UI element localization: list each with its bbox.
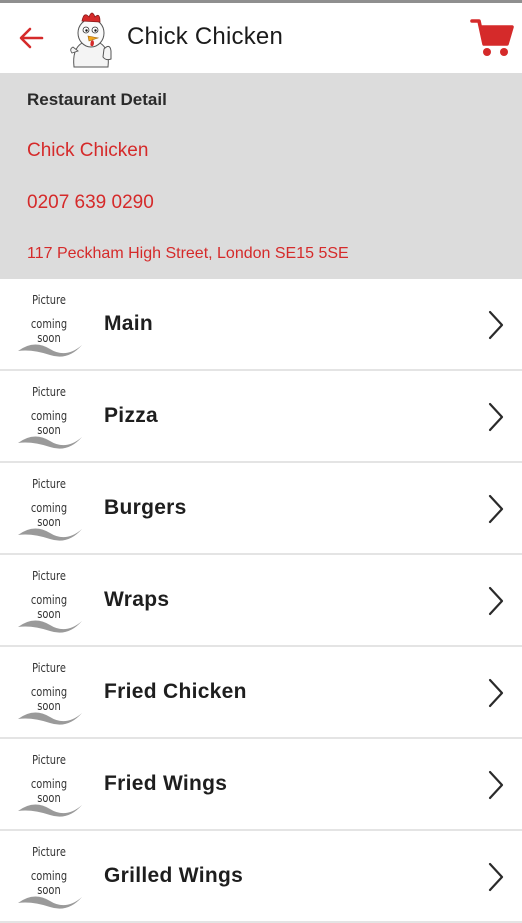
swoosh-icon	[18, 620, 82, 633]
restaurant-name: Chick Chicken	[27, 140, 149, 161]
restaurant-detail-panel: Restaurant Detail Chick Chicken 0207 639…	[0, 73, 522, 279]
placeholder-line1: Picture	[32, 753, 66, 767]
menu-category-item-burgers[interactable]: Picture coming soon Burgers	[0, 463, 522, 555]
picture-placeholder-image: Picture coming soon	[12, 747, 88, 823]
restaurant-phone[interactable]: 0207 639 0290	[27, 192, 154, 214]
menu-category-label: Main	[104, 312, 154, 335]
chevron-right-icon	[488, 310, 504, 340]
picture-placeholder-image: Picture coming soon	[12, 655, 88, 731]
picture-placeholder-image: Picture coming soon	[12, 839, 88, 915]
menu-category-item-wraps[interactable]: Picture coming soon Wraps	[0, 555, 522, 647]
menu-category-label: Wraps	[104, 588, 170, 611]
menu-category-item-main[interactable]: Picture coming soon Main	[0, 279, 522, 371]
chevron-right-icon	[488, 770, 504, 800]
swoosh-icon	[18, 528, 82, 541]
back-button[interactable]	[14, 23, 48, 53]
menu-category-item-fried-chicken[interactable]: Picture coming soon Fried Chicken	[0, 647, 522, 739]
picture-placeholder-image: Picture coming soon	[12, 379, 88, 455]
placeholder-line1: Picture	[32, 293, 66, 307]
picture-placeholder-image: Picture coming soon	[12, 563, 88, 639]
menu-category-item-fried-wings[interactable]: Picture coming soon Fried Wings	[0, 739, 522, 831]
swoosh-icon	[18, 804, 82, 817]
restaurant-detail-heading: Restaurant Detail	[27, 90, 167, 109]
picture-placeholder-image: Picture coming soon	[12, 287, 88, 363]
placeholder-line1: Picture	[32, 661, 66, 675]
cart-icon	[470, 19, 514, 56]
placeholder-line1: Picture	[32, 569, 66, 583]
placeholder-line1: Picture	[32, 385, 66, 399]
placeholder-line1: Picture	[32, 477, 66, 491]
menu-category-label: Pizza	[104, 404, 159, 427]
restaurant-address[interactable]: 117 Peckham High Street, London SE15 5SE	[27, 245, 349, 263]
chevron-right-icon	[488, 494, 504, 524]
placeholder-line1: Picture	[32, 845, 66, 859]
menu-category-list: Picture coming soon Main Picture coming …	[0, 279, 522, 923]
menu-category-item-grilled-wings[interactable]: Picture coming soon Grilled Wings	[0, 831, 522, 923]
swoosh-icon	[18, 344, 82, 357]
swoosh-icon	[18, 712, 82, 725]
picture-placeholder-image: Picture coming soon	[12, 471, 88, 547]
menu-category-label: Fried Chicken	[104, 680, 247, 703]
chevron-right-icon	[488, 586, 504, 616]
menu-category-label: Burgers	[104, 496, 187, 519]
swoosh-icon	[18, 896, 82, 909]
app-bar: Chick Chicken	[0, 3, 522, 73]
cart-button[interactable]	[470, 17, 514, 59]
back-arrow-icon	[19, 27, 44, 49]
menu-category-label: Fried Wings	[104, 772, 228, 795]
chevron-right-icon	[488, 402, 504, 432]
swoosh-icon	[18, 436, 82, 449]
chevron-right-icon	[488, 678, 504, 708]
app-title: Chick Chicken	[127, 23, 283, 50]
chevron-right-icon	[488, 862, 504, 892]
menu-category-label: Grilled Wings	[104, 864, 244, 887]
restaurant-logo	[64, 9, 118, 69]
menu-category-item-pizza[interactable]: Picture coming soon Pizza	[0, 371, 522, 463]
